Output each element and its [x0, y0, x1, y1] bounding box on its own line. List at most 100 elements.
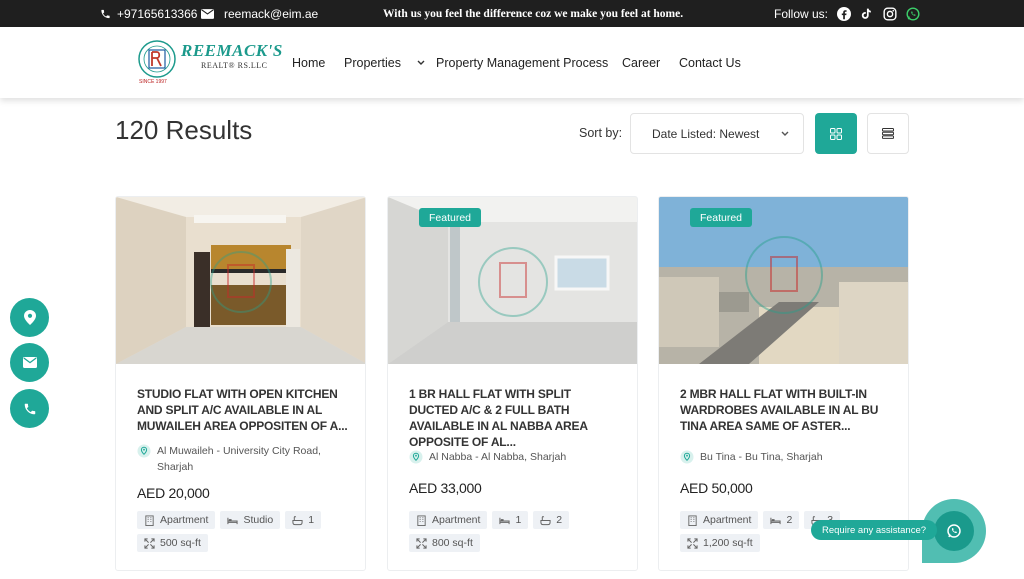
assistance-label[interactable]: Require any assistance?	[811, 520, 938, 540]
listing-photo[interactable]: Featured	[659, 197, 908, 364]
nav-career[interactable]: Career	[622, 27, 660, 98]
bed-icon	[770, 517, 782, 524]
map-pin-icon	[409, 450, 423, 464]
listing-features: Apartment 1 2 800 sq-ft	[409, 511, 624, 552]
expand-icon	[687, 537, 698, 549]
chevron-down-icon	[781, 131, 789, 136]
follow-label: Follow us:	[774, 6, 829, 21]
listing-price: AED 50,000	[680, 480, 753, 496]
listing-price: AED 33,000	[409, 480, 482, 496]
building-icon	[417, 514, 426, 526]
listing-card[interactable]: Featured 1 BR HALL FLAT WITH SPLIT DUCTE…	[387, 196, 638, 571]
bed-icon	[227, 517, 239, 524]
phone-number[interactable]: +97165613366	[117, 7, 197, 21]
bedrooms-tag: 2	[763, 511, 800, 529]
envelope-icon	[22, 357, 37, 368]
grid-view-button[interactable]	[815, 113, 857, 154]
listing-photo[interactable]	[116, 197, 365, 364]
phone-icon	[24, 403, 35, 414]
area: 500 sq-ft	[160, 537, 201, 549]
bedrooms-tag: 1	[492, 511, 529, 529]
top-bar: +97165613366 reemack@eim.ae With us you …	[0, 0, 1024, 27]
property-type: Apartment	[432, 514, 481, 526]
list-view-button[interactable]	[867, 113, 909, 154]
listing-location: Al Muwaileh - University City Road, Shar…	[137, 443, 347, 475]
location-text: Al Nabba - Al Nabba, Sharjah	[429, 451, 567, 463]
listing-title[interactable]: 1 BR HALL FLAT WITH SPLIT DUCTED A/C & 2…	[409, 386, 621, 450]
bedrooms: 1	[515, 514, 522, 526]
whatsapp-icon[interactable]	[905, 6, 920, 21]
phone-contact[interactable]: +97165613366	[100, 0, 197, 27]
facebook-icon[interactable]	[836, 6, 851, 21]
area: 1,200 sq-ft	[703, 537, 753, 549]
bath-icon	[292, 515, 303, 525]
map-pin-icon	[680, 450, 694, 464]
bedrooms-tag: Studio	[220, 511, 281, 529]
property-type: Apartment	[160, 514, 209, 526]
tiktok-icon[interactable]	[859, 6, 874, 21]
property-type-tag: Apartment	[680, 511, 759, 529]
whatsapp-icon	[947, 524, 961, 538]
property-type: Apartment	[703, 514, 752, 526]
featured-badge: Featured	[419, 208, 482, 227]
results-count: 120 Results	[115, 115, 253, 145]
bathrooms: 1	[308, 514, 315, 526]
company-logo[interactable]: REEMACK'S REALT® RS.LLC SINCE 1997	[135, 37, 283, 85]
area-tag: 500 sq-ft	[137, 534, 208, 552]
nav-contact[interactable]: Contact Us	[679, 27, 741, 98]
nav-property-management[interactable]: Property Management Process	[436, 27, 608, 98]
listing-title[interactable]: 2 MBR HALL FLAT WITH BUILT-IN WARDROBES …	[680, 386, 892, 434]
map-pin-icon	[23, 310, 36, 325]
chevron-down-icon	[417, 60, 425, 65]
listing-photo[interactable]: Featured	[388, 197, 637, 364]
bed-icon	[499, 517, 511, 524]
building-icon	[688, 514, 697, 526]
property-type-tag: Apartment	[409, 511, 488, 529]
listing-features: Apartment Studio 1 500 sq-ft	[137, 511, 352, 552]
phone-icon	[101, 9, 110, 18]
logo-since: SINCE 1997	[139, 79, 167, 85]
expand-icon	[416, 537, 427, 549]
list-icon	[882, 128, 894, 139]
location-button[interactable]	[10, 298, 49, 337]
bathrooms: 2	[556, 514, 563, 526]
bathrooms-tag: 2	[533, 511, 570, 529]
envelope-icon	[201, 8, 214, 19]
whatsapp-chat-button[interactable]	[934, 511, 974, 551]
email-address[interactable]: reemack@eim.ae	[224, 7, 318, 21]
sort-label: Sort by:	[579, 126, 623, 140]
site-header: REEMACK'S REALT® RS.LLC SINCE 1997 Home …	[0, 27, 1024, 98]
featured-badge: Featured	[690, 208, 753, 227]
map-pin-icon	[137, 444, 151, 458]
nav-properties[interactable]: Properties	[344, 27, 425, 98]
email-button[interactable]	[10, 343, 49, 382]
location-text: Bu Tina - Bu Tina, Sharjah	[700, 451, 823, 463]
property-type-tag: Apartment	[137, 511, 216, 529]
location-text: Al Muwaileh - University City Road, Shar…	[157, 445, 321, 473]
tagline: With us you feel the difference coz we m…	[383, 7, 684, 20]
bedrooms: 2	[786, 514, 793, 526]
sort-select[interactable]: Date Listed: Newest	[630, 113, 804, 154]
area-tag: 1,200 sq-ft	[680, 534, 760, 552]
listing-card[interactable]: STUDIO FLAT WITH OPEN KITCHEN AND SPLIT …	[115, 196, 366, 571]
logo-subtitle: REALT® RS.LLC	[201, 61, 268, 70]
sort-value: Date Listed: Newest	[652, 126, 760, 141]
logo-name: REEMACK'S	[181, 41, 283, 60]
call-button[interactable]	[10, 389, 49, 428]
nav-home[interactable]: Home	[292, 27, 325, 98]
bedrooms: Studio	[243, 514, 274, 526]
bath-icon	[540, 515, 551, 525]
social-links: Follow us:	[774, 0, 920, 27]
bathrooms-tag: 1	[285, 511, 322, 529]
email-contact[interactable]: reemack@eim.ae	[201, 0, 318, 27]
area-tag: 800 sq-ft	[409, 534, 480, 552]
listing-card[interactable]: Featured 2 MBR HALL FLAT WITH BUILT-IN W…	[658, 196, 909, 571]
expand-icon	[144, 537, 155, 549]
instagram-icon[interactable]	[882, 6, 897, 21]
listing-title[interactable]: STUDIO FLAT WITH OPEN KITCHEN AND SPLIT …	[137, 386, 349, 434]
listing-price: AED 20,000	[137, 485, 210, 501]
grid-icon	[830, 127, 842, 140]
area: 800 sq-ft	[432, 537, 473, 549]
logo-emblem-icon	[138, 40, 176, 78]
nav-properties-label[interactable]: Properties	[344, 56, 401, 70]
